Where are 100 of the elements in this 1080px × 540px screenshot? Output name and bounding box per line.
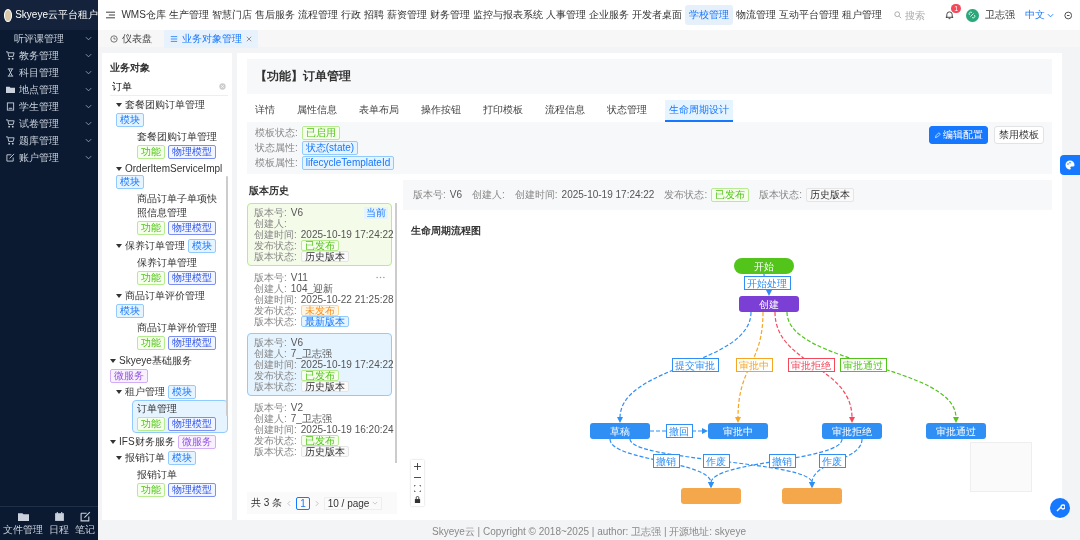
caret-icon[interactable] — [110, 358, 116, 364]
tab[interactable]: 属性信息 — [293, 100, 341, 122]
menu-icon[interactable] — [106, 11, 116, 19]
version-card[interactable]: 版本号: V11 创建人: 104_迎新 创建时间: 2025-10-22 21:25:28 发布状态: 未发布 版本状态: 最新版本 — [247, 268, 392, 331]
caret-icon[interactable] — [116, 102, 122, 108]
version-card[interactable]: 版本号: V2 创建人: 7_卫志强 创建时间: 2025-10-19 16:20:24 发布状态: 已发布 版本状态: 历史版本 — [247, 398, 392, 461]
sidebar-item[interactable]: 听评课管理 — [0, 30, 98, 47]
field-value: 2025-10-19 17:24:22 — [561, 189, 655, 201]
cart-icon — [6, 51, 15, 60]
action-button[interactable]: 禁用模板 — [994, 126, 1044, 144]
tab[interactable]: 操作按钮 — [417, 100, 465, 122]
zoom-out-icon[interactable] — [414, 474, 421, 481]
nav-tab[interactable]: 互动平台管理 — [778, 5, 839, 25]
sidebar-item[interactable]: 教务管理 — [0, 47, 98, 64]
item-label[interactable]: 报销订单 — [137, 468, 223, 482]
tree-item[interactable]: 商品订单评价管理 — [125, 289, 205, 303]
wrench-button[interactable] — [1050, 498, 1070, 518]
caret-icon[interactable] — [116, 243, 122, 249]
calendar-icon — [53, 511, 65, 522]
nav-tab[interactable]: 薪资管理 — [386, 5, 427, 25]
caret-icon[interactable] — [110, 439, 116, 445]
sidebar-item[interactable]: 账户管理 — [0, 149, 98, 166]
tree-card[interactable]: 保养订单管理 功能 物理模型 — [132, 254, 228, 287]
nav-tab[interactable]: 财务管理 — [429, 5, 470, 25]
tool-button[interactable]: 日程 — [49, 511, 69, 537]
item-label[interactable]: 商品订单子单项快照信息管理 — [137, 192, 223, 220]
tab[interactable]: 打印模板 — [479, 100, 527, 122]
action-button[interactable]: 编辑配置 — [929, 126, 988, 144]
caret-icon[interactable] — [116, 389, 122, 395]
nav-tab[interactable]: 人事管理 — [545, 5, 586, 25]
flow-node[interactable] — [681, 488, 741, 504]
nav-tab[interactable]: 招聘 — [363, 5, 384, 25]
search-field[interactable]: 搜索 — [893, 9, 936, 21]
language-select[interactable]: 中文 — [1024, 8, 1054, 22]
version-card[interactable]: 版本号: V6 创建人: 7_卫志强 创建时间: 2025-10-19 17:24:22 发布状态: 已发布 版本状态: 历史版本 — [247, 333, 392, 396]
tree-item[interactable]: 报销订单 — [125, 451, 165, 465]
nav-tab[interactable]: 生产管理 — [168, 5, 209, 25]
tree-item[interactable]: 租户管理 — [125, 385, 165, 399]
caret-icon[interactable] — [116, 293, 122, 299]
nav-tab[interactable]: 售后服务 — [254, 5, 295, 25]
page-size-select[interactable]: 10 / page — [323, 496, 383, 510]
tree-item[interactable]: IFS财务服务 — [119, 435, 175, 449]
tree-card[interactable]: 商品订单评价管理 功能 物理模型 — [132, 319, 228, 352]
tree-card[interactable]: 套餐团购订单管理 功能 物理模型 — [132, 128, 228, 161]
palette-button[interactable] — [1060, 155, 1080, 175]
page-tab[interactable]: 仪表盘 — [104, 29, 158, 48]
item-label[interactable]: 套餐团购订单管理 — [137, 130, 223, 144]
edge-label: 撤回 — [666, 424, 693, 438]
item-label[interactable]: 商品订单评价管理 — [137, 321, 223, 335]
power-icon[interactable] — [1063, 10, 1072, 20]
scrollbar[interactable] — [226, 176, 228, 416]
tab[interactable]: 生命周期设计 — [665, 100, 733, 122]
tab[interactable]: 流程信息 — [541, 100, 589, 122]
tree-item[interactable]: 套餐团购订单管理 — [125, 98, 205, 112]
nav-tab[interactable]: 租户管理 — [841, 5, 882, 25]
nav-tab[interactable]: 监控与报表系统 — [472, 5, 543, 25]
bell-icon[interactable] — [945, 10, 955, 20]
cart-icon — [6, 119, 15, 128]
version-card[interactable]: 版本号: V6 创建人: 创建时间: 2025-10-19 17:24:22 发布状态: 已发布 版本状态: 历史版本 当前 — [247, 203, 392, 266]
lock-icon[interactable] — [414, 496, 421, 503]
nav-tab[interactable]: WMS仓库 — [121, 5, 166, 25]
nav-tab[interactable]: 流程管理 — [297, 5, 338, 25]
zoom-in-icon[interactable] — [414, 463, 421, 470]
tool-button[interactable]: 文件管理 — [3, 511, 43, 537]
tab[interactable]: 详情 — [251, 100, 279, 122]
item-label[interactable]: 保养订单管理 — [137, 256, 223, 270]
tree-card[interactable]: 订单管理 功能 物理模型 — [132, 400, 228, 433]
tab[interactable]: 状态管理 — [603, 100, 651, 122]
field-label: 创建人: — [472, 189, 505, 201]
close-icon[interactable] — [246, 35, 252, 42]
flow-node[interactable] — [782, 488, 842, 504]
user-name[interactable]: 卫志强 — [984, 8, 1015, 22]
tree-item[interactable]: Skyeye基础服务 — [119, 354, 192, 368]
scrollbar[interactable] — [395, 203, 397, 463]
caret-icon[interactable] — [116, 165, 122, 172]
sidebar-item[interactable]: 学生管理 — [0, 98, 98, 115]
sidebar-item[interactable]: 地点管理 — [0, 81, 98, 98]
chevron-icon — [85, 87, 92, 92]
fit-view-icon[interactable] — [414, 485, 421, 492]
caret-icon[interactable] — [116, 455, 122, 461]
tab[interactable]: 表单布局 — [355, 100, 403, 122]
flow-node[interactable]: 创建 — [739, 296, 799, 312]
nav-tab[interactable]: 行政 — [340, 5, 361, 25]
tree-card[interactable]: 商品订单子单项快照信息管理 功能 物理模型 — [132, 190, 228, 237]
avatar-icon[interactable] — [966, 8, 979, 22]
sidebar-item[interactable]: 试卷管理 — [0, 115, 98, 132]
nav-tab[interactable]: 企业服务 — [588, 5, 629, 25]
page-button[interactable]: 1 — [296, 496, 310, 510]
tree-card[interactable]: 报销订单 功能 物理模型 — [132, 466, 228, 499]
nav-tab[interactable]: 智慧门店 — [211, 5, 252, 25]
nav-tab[interactable]: 开发者桌面 — [631, 5, 682, 25]
tree-item[interactable]: OrderItemServiceImpl — [125, 163, 223, 174]
more-icon[interactable] — [376, 276, 385, 279]
sidebar-item[interactable]: 科目管理 — [0, 64, 98, 81]
nav-tab[interactable]: 学校管理 — [684, 5, 733, 25]
nav-tab[interactable]: 物流管理 — [735, 5, 776, 25]
item-label[interactable]: 订单管理 — [137, 402, 223, 416]
tool-button[interactable]: 笔记 — [75, 511, 95, 537]
sidebar-item[interactable]: 题库管理 — [0, 132, 98, 149]
tree-item[interactable]: 保养订单管理 — [125, 239, 185, 253]
